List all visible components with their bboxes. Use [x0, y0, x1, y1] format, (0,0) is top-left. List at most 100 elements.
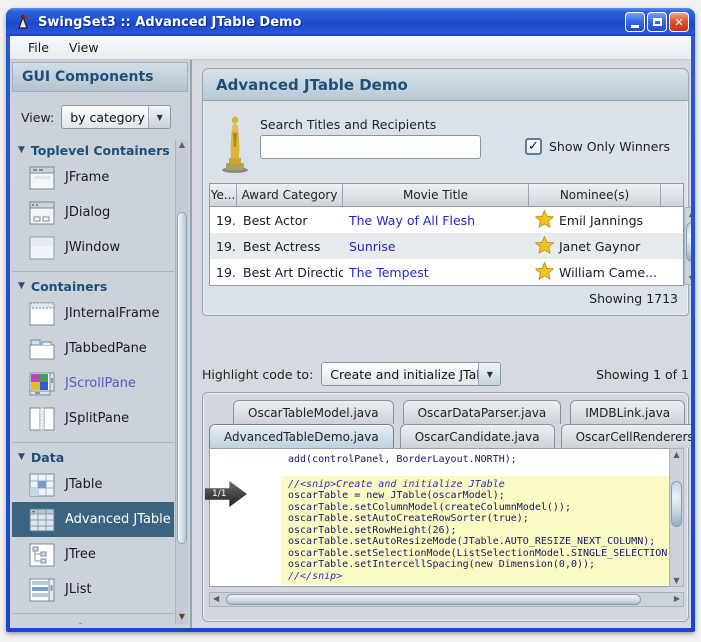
- sidebar-scrollbar-thumb[interactable]: [177, 212, 187, 544]
- sidebar-item-jtabbedpane[interactable]: JTabbedPane: [12, 331, 174, 366]
- scroll-down-icon[interactable]: ▼: [685, 274, 691, 283]
- jdialog-icon: [28, 200, 55, 226]
- table-header-row: Ye...Award CategoryMovie TitleNominee(s): [210, 184, 683, 207]
- sidebar-section-label: Data: [31, 450, 64, 465]
- sidebar-section: ▼Containers JInternalFrame JTabbedPane JScr…: [12, 276, 174, 443]
- highlight-code-dropdown[interactable]: Create and initialize JTable ▼: [321, 362, 501, 386]
- cell-year: 19...: [210, 213, 237, 228]
- table-status: Showing 1713: [589, 291, 678, 306]
- code-vscroll-thumb[interactable]: [671, 481, 682, 527]
- cell-movie-link[interactable]: Sunrise: [343, 239, 529, 254]
- column-header-awardcategory[interactable]: Award Category: [237, 184, 343, 206]
- scroll-up-icon[interactable]: ▲: [685, 209, 691, 218]
- column-header-movietitle[interactable]: Movie Title: [343, 184, 529, 206]
- window-title: SwingSet3 :: Advanced JTable Demo: [38, 15, 625, 30]
- maximize-button[interactable]: [647, 12, 667, 32]
- sidebar-item-jtree[interactable]: JTree: [12, 537, 174, 572]
- tab-oscarcellrenderers[interactable]: OscarCellRenderers.java: [561, 424, 691, 448]
- sidebar-item-jsplitpane[interactable]: JSplitPane: [12, 401, 174, 436]
- cell-nominee: Janet Gaynor: [529, 236, 672, 257]
- highlight-code-label: Highlight code to:: [202, 367, 313, 382]
- sidebar-item-label: JScrollPane: [65, 376, 136, 391]
- cell-movie-link[interactable]: The Way of All Flesh: [343, 213, 529, 228]
- code-viewer[interactable]: add(controlPanel, BorderLayout.NORTH);//…: [209, 448, 671, 587]
- sidebar-item-label: JList: [65, 582, 92, 597]
- scroll-left-icon[interactable]: ◀: [213, 594, 219, 603]
- code-hscroll-thumb[interactable]: [226, 594, 641, 605]
- column-header-filler: [661, 184, 672, 206]
- tab-advancedtabledemo[interactable]: AdvancedTableDemo.java: [209, 424, 394, 448]
- scroll-up-icon[interactable]: ▲: [176, 140, 188, 152]
- jwindow-icon: [28, 235, 55, 261]
- scroll-down-icon[interactable]: ▼: [670, 576, 683, 585]
- sidebar-item-jlist[interactable]: JList: [12, 572, 174, 607]
- column-header-nominees[interactable]: Nominee(s): [529, 184, 661, 206]
- tab-oscardataparser[interactable]: OscarDataParser.java: [403, 400, 562, 424]
- highlight-code-value: Create and initialize JTable: [322, 363, 478, 385]
- cell-movie-link[interactable]: The Tempest: [343, 265, 529, 280]
- sidebar-item-jwindow[interactable]: JWindow: [12, 230, 174, 265]
- close-button[interactable]: ✕: [669, 12, 689, 32]
- sidebar-item-jscrollpane[interactable]: JScrollPane: [12, 366, 174, 401]
- tab-imdblink[interactable]: IMDBLink.java: [570, 400, 685, 424]
- table-scrollbar-thumb[interactable]: [686, 222, 691, 262]
- sidebar-item-label: JSplitPane: [65, 411, 129, 426]
- sidebar-item-jtable[interactable]: JTable: [12, 467, 174, 502]
- sidebar-section-header[interactable]: ▼Controls: [12, 618, 174, 624]
- code-horizontal-scrollbar[interactable]: ◀ ▶: [209, 592, 684, 607]
- jtabbedpane-icon: [28, 336, 55, 362]
- demo-panel-title: Advanced JTable Demo: [203, 69, 688, 101]
- sidebar-item-label: JWindow: [65, 240, 120, 255]
- code-panel: OscarTableModel.java OscarDataParser.java…: [202, 392, 689, 622]
- search-label: Search Titles and Recipients: [260, 117, 436, 132]
- sidebar-item-advanced jtable[interactable]: Advanced JTable: [12, 502, 174, 537]
- code-line: oscarTable.setRowHeight(26);: [288, 525, 670, 537]
- minimize-button[interactable]: [625, 12, 645, 32]
- advanced-jtable-icon: [28, 507, 55, 533]
- sidebar-item-label: JInternalFrame: [65, 306, 159, 321]
- code-line: //</snip>: [288, 571, 670, 583]
- sidebar-item-label: JTabbedPane: [65, 341, 147, 356]
- cell-category: Best Art Direction: [237, 265, 343, 280]
- tab-oscartablemodel[interactable]: OscarTableModel.java: [233, 400, 394, 424]
- nominee-name: Emil Jannings: [559, 213, 643, 228]
- column-header-ye[interactable]: Ye...: [210, 184, 237, 206]
- code-line: oscarTable.setSelectionMode(ListSelectio…: [288, 548, 670, 560]
- scroll-down-icon[interactable]: ▼: [176, 612, 188, 624]
- scroll-up-icon[interactable]: ▲: [670, 450, 683, 459]
- view-label: View:: [21, 110, 54, 125]
- chevron-down-icon: ▼: [478, 363, 500, 385]
- menu-file[interactable]: File: [18, 37, 59, 58]
- table-row[interactable]: 19...Best Art DirectionThe TempestWillia…: [210, 259, 683, 285]
- cell-nominee: Emil Jannings: [529, 210, 672, 231]
- winner-star-icon: [535, 236, 554, 257]
- sidebar-section-label: Toplevel Containers: [31, 143, 170, 158]
- code-vertical-scrollbar[interactable]: ▲ ▼: [669, 448, 684, 587]
- jscrollpane-icon: [28, 371, 55, 397]
- demo-panel: Advanced JTable Demo: [202, 68, 689, 316]
- table-row[interactable]: 19...Best ActressSunriseJanet Gaynor: [210, 233, 683, 259]
- cell-nominee: William Came...: [529, 262, 672, 283]
- sidebar-scrollbar[interactable]: ▲ ▼: [175, 140, 188, 624]
- component-list: ▼Toplevel ContainersJFrameJDialogJWindow…: [12, 140, 174, 624]
- table-row[interactable]: 19...Best ActorThe Way of All FleshEmil …: [210, 207, 683, 233]
- sidebar-section-header[interactable]: ▼ Data: [12, 447, 174, 467]
- sidebar-item-jdialog[interactable]: JDialog: [12, 195, 174, 230]
- snippet-marker[interactable]: 1/1: [205, 481, 247, 507]
- winner-star-icon: [535, 210, 554, 231]
- titlebar[interactable]: SwingSet3 :: Advanced JTable Demo ✕: [6, 8, 695, 36]
- sidebar-item-jinternalframe[interactable]: JInternalFrame: [12, 296, 174, 331]
- table-scrollbar[interactable]: ▲ ▼: [684, 207, 691, 285]
- tab-oscarcandidate[interactable]: OscarCandidate.java: [400, 424, 555, 448]
- show-only-winners-checkbox[interactable]: ✓: [525, 138, 542, 155]
- sidebar-section-header[interactable]: ▼Containers: [12, 276, 174, 296]
- sidebar-item-jframe[interactable]: JFrame: [12, 160, 174, 195]
- triangle-down-icon: ▼: [18, 452, 25, 462]
- nominee-name: William Came...: [559, 265, 657, 280]
- sidebar-section-header[interactable]: ▼Toplevel Containers: [12, 140, 174, 160]
- sidebar-section: ▼Toplevel ContainersJFrameJDialog JWindow: [12, 140, 174, 272]
- view-dropdown[interactable]: by category ▼: [61, 105, 171, 129]
- search-input[interactable]: [260, 135, 481, 159]
- scroll-right-icon[interactable]: ▶: [674, 594, 680, 603]
- menu-view[interactable]: View: [59, 37, 109, 58]
